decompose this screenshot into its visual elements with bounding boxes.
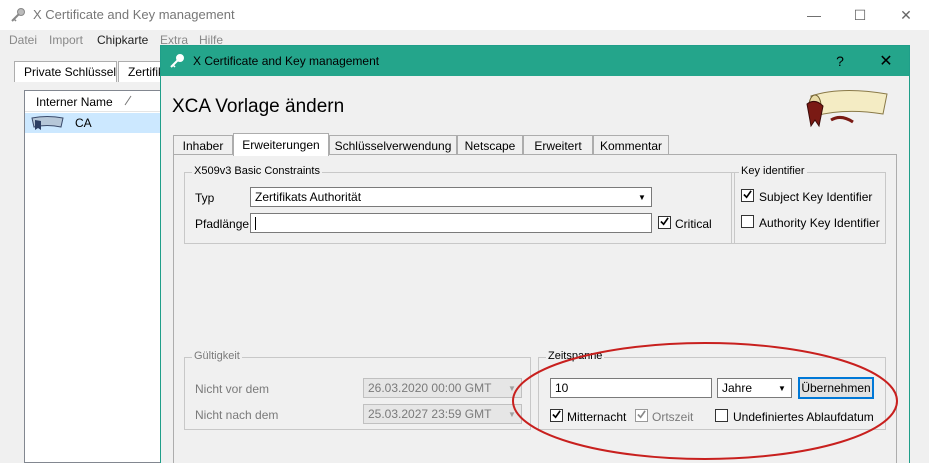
not-before-datetime[interactable]: 26.03.2020 00:00 GMT ▼ [363,378,522,398]
column-header-label: Interner Name [36,95,113,109]
subject-key-id-checkbox[interactable] [741,189,754,202]
basic-constraints-group: X509v3 Basic Constraints Typ Zertifikats… [184,165,735,244]
dialog-title: X Certificate and Key management [193,54,380,68]
tab-erweiterungen[interactable]: Erweiterungen [233,133,329,156]
extensions-tab-page: X509v3 Basic Constraints Typ Zertifikats… [173,154,897,463]
list-item-label: CA [75,116,92,130]
sort-indicator-icon [124,95,132,106]
timespan-title: Zeitspanne [546,350,605,362]
main-window-title: X Certificate and Key management [33,7,235,22]
menu-chipkarte[interactable]: Chipkarte [97,33,148,47]
close-button[interactable]: ✕ [883,0,929,30]
menu-import[interactable]: Import [49,33,83,47]
undefined-expiry-checkbox[interactable] [715,409,728,422]
timespan-unit-select[interactable]: Jahre ▼ [717,378,792,398]
not-before-label: Nicht vor dem [195,382,270,396]
checkmark-icon [637,410,646,419]
tab-schluesselverwendung[interactable]: Schlüsselverwendung [329,135,457,155]
dialog-close-button[interactable]: ✕ [869,46,903,76]
main-titlebar: X Certificate and Key management — ☐ ✕ [0,0,929,30]
basic-constraints-title: X509v3 Basic Constraints [192,165,322,177]
pathlen-input[interactable] [250,213,652,233]
tab-erweitert[interactable]: Erweitert [523,135,593,155]
critical-label: Critical [675,217,712,231]
key-identifier-title: Key identifier [739,165,807,177]
timespan-unit-value: Jahre [722,381,753,395]
localtime-label: Ortszeit [652,410,694,424]
not-before-value: 26.03.2020 00:00 GMT [368,381,492,395]
key-icon [11,8,25,22]
key-icon [170,54,184,68]
not-after-label: Nicht nach dem [195,408,279,422]
checkmark-icon [743,190,752,199]
maximize-button[interactable]: ☐ [837,0,883,30]
minimize-button[interactable]: — [791,0,837,30]
scroll-certificate-icon [806,89,888,128]
critical-checkbox[interactable] [658,216,671,229]
key-identifier-group: Key identifier Subject Key Identifier Au… [731,165,886,244]
authority-key-id-label: Authority Key Identifier [759,216,880,230]
checkmark-icon [552,410,561,419]
validity-group: Gültigkeit Nicht vor dem 26.03.2020 00:0… [184,350,531,430]
subject-key-id-label: Subject Key Identifier [759,190,873,204]
tab-netscape[interactable]: Netscape [457,135,523,155]
chevron-down-icon: ▼ [504,380,520,396]
chevron-down-icon: ▼ [504,406,520,422]
timespan-input[interactable]: 10 [550,378,712,398]
timespan-value: 10 [555,381,569,395]
dialog-titlebar: X Certificate and Key management ? ✕ [161,46,909,76]
chevron-down-icon: ▼ [634,189,650,205]
apply-button[interactable]: Übernehmen [798,377,874,399]
not-after-datetime[interactable]: 25.03.2027 23:59 GMT ▼ [363,404,522,424]
ca-type-select[interactable]: Zertifikats Authorität ▼ [250,187,652,207]
menu-datei[interactable]: Datei [9,33,37,47]
timespan-group: Zeitspanne 10 Jahre ▼ Übernehmen Mittern… [538,350,886,430]
text-caret [255,217,256,231]
authority-key-id-checkbox[interactable] [741,215,754,228]
tab-inhaber[interactable]: Inhaber [173,135,233,155]
ca-type-value: Zertifikats Authorität [255,190,362,204]
dialog-heading: XCA Vorlage ändern [172,96,345,117]
tab-kommentar[interactable]: Kommentar [593,135,669,155]
checkmark-icon [660,217,669,226]
chevron-down-icon: ▼ [774,380,790,396]
not-after-value: 25.03.2027 23:59 GMT [368,407,492,421]
pathlen-label: Pfadlänge [195,217,250,231]
tab-private-keys[interactable]: Private Schlüssel [14,61,117,82]
type-label: Typ [195,191,215,205]
certificate-ca-icon [31,116,64,130]
midnight-label: Mitternacht [567,410,627,424]
help-button[interactable]: ? [825,46,855,76]
localtime-checkbox[interactable] [635,409,648,422]
template-dialog: X Certificate and Key management ? ✕ XCA… [160,45,910,463]
midnight-checkbox[interactable] [550,409,563,422]
validity-title: Gültigkeit [192,350,242,362]
undefined-expiry-label: Undefiniertes Ablaufdatum [733,410,874,424]
